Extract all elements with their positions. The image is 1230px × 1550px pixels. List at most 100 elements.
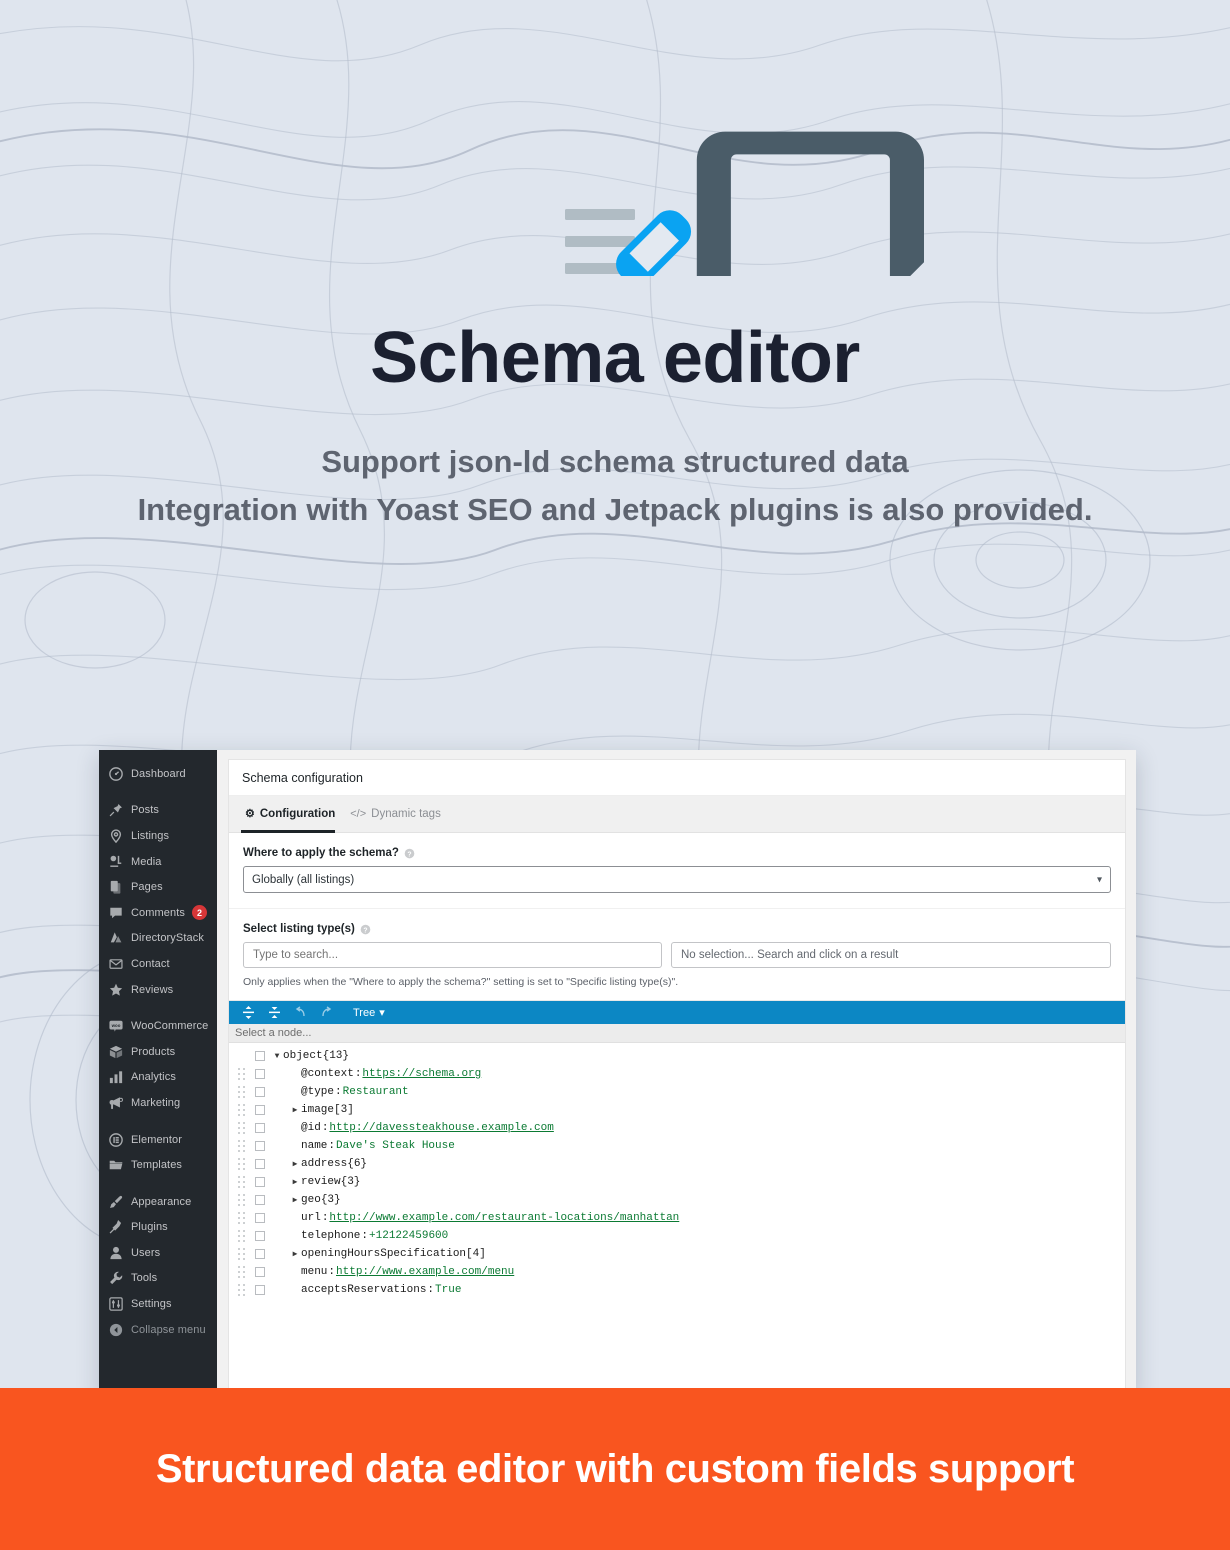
json-value-link[interactable]: https://schema.org bbox=[362, 1068, 481, 1080]
row-checkbox[interactable] bbox=[255, 1195, 265, 1205]
help-icon[interactable]: ? bbox=[404, 848, 415, 859]
row-checkbox[interactable] bbox=[255, 1177, 265, 1187]
row-checkbox[interactable] bbox=[255, 1285, 265, 1295]
help-icon[interactable]: ? bbox=[360, 924, 371, 935]
row-checkbox[interactable] bbox=[255, 1051, 265, 1061]
sidebar-item-contact[interactable]: Contact bbox=[99, 951, 217, 977]
caret-right-icon[interactable]: ▶ bbox=[289, 1195, 301, 1205]
row-checkbox[interactable] bbox=[255, 1249, 265, 1259]
drag-handle-icon[interactable] bbox=[235, 1121, 248, 1135]
json-tree-row[interactable]: ▶@type : Restaurant bbox=[229, 1083, 1125, 1101]
json-editor-toolbar[interactable]: Tree ▾ bbox=[229, 1001, 1125, 1024]
sidebar-item-comments[interactable]: Comments 2 bbox=[99, 900, 217, 926]
row-checkbox[interactable] bbox=[255, 1213, 265, 1223]
row-checkbox[interactable] bbox=[255, 1159, 265, 1169]
sidebar-item-analytics[interactable]: Analytics bbox=[99, 1065, 217, 1091]
row-checkbox[interactable] bbox=[255, 1231, 265, 1241]
drag-handle-icon[interactable] bbox=[235, 1103, 248, 1117]
json-child-count: {3} bbox=[340, 1176, 361, 1188]
json-value-link[interactable]: http://davessteakhouse.example.com bbox=[329, 1122, 553, 1134]
subtitle-line-1: Support json-ld schema structured data bbox=[321, 444, 909, 479]
sidebar-item-dashboard[interactable]: Dashboard bbox=[99, 761, 217, 787]
tab-configuration[interactable]: ⚙ Configuration bbox=[241, 796, 346, 833]
caret-right-icon[interactable]: ▶ bbox=[289, 1105, 301, 1115]
tab-bar[interactable]: ⚙ Configuration </> Dynamic tags bbox=[229, 796, 1125, 833]
sidebar-item-collapse-menu[interactable]: Collapse menu bbox=[99, 1317, 217, 1343]
sidebar-item-label: Elementor bbox=[131, 1133, 183, 1146]
json-tree-row[interactable]: ▶acceptsReservations : True bbox=[229, 1281, 1125, 1299]
sidebar-item-plugins[interactable]: Plugins bbox=[99, 1215, 217, 1241]
drag-handle-icon[interactable] bbox=[235, 1175, 248, 1189]
redo-icon[interactable] bbox=[315, 1003, 337, 1022]
box-icon bbox=[108, 1044, 123, 1059]
json-child-count: {13} bbox=[322, 1050, 350, 1062]
tab-dynamic-tags[interactable]: </> Dynamic tags bbox=[346, 796, 452, 832]
json-tree-row[interactable]: ▶url : http://www.example.com/restaurant… bbox=[229, 1209, 1125, 1227]
drag-handle-icon[interactable] bbox=[235, 1265, 248, 1279]
drag-handle-icon[interactable] bbox=[235, 1193, 248, 1207]
json-value-link[interactable]: http://www.example.com/restaurant-locati… bbox=[329, 1212, 679, 1224]
sidebar-item-media[interactable]: Media bbox=[99, 849, 217, 875]
json-editor-mode-selector[interactable]: Tree ▾ bbox=[353, 1006, 385, 1020]
drag-handle-icon[interactable] bbox=[235, 1211, 248, 1225]
sidebar-item-label: Users bbox=[131, 1246, 161, 1259]
json-value: Dave's Steak House bbox=[336, 1140, 455, 1152]
sidebar-item-settings[interactable]: Settings bbox=[99, 1291, 217, 1317]
caret-down-icon[interactable]: ▼ bbox=[271, 1052, 283, 1061]
row-checkbox[interactable] bbox=[255, 1267, 265, 1277]
sidebar-item-users[interactable]: Users bbox=[99, 1240, 217, 1266]
expand-all-icon[interactable] bbox=[237, 1003, 259, 1022]
json-tree-row[interactable]: ▶@id : http://davessteakhouse.example.co… bbox=[229, 1119, 1125, 1137]
tab-configuration-label: Configuration bbox=[259, 808, 336, 820]
sidebar-item-directorystack[interactable]: DirectoryStack bbox=[99, 926, 217, 952]
sidebar-item-tools[interactable]: Tools bbox=[99, 1266, 217, 1292]
row-checkbox[interactable] bbox=[255, 1123, 265, 1133]
json-value-link[interactable]: http://www.example.com/menu bbox=[336, 1266, 514, 1278]
row-checkbox[interactable] bbox=[255, 1087, 265, 1097]
sidebar-item-templates[interactable]: Templates bbox=[99, 1152, 217, 1178]
json-tree-row[interactable]: ▶telephone : +12122459600 bbox=[229, 1227, 1125, 1245]
drag-handle-icon[interactable] bbox=[235, 1085, 248, 1099]
listing-types-note: Only applies when the "Where to apply th… bbox=[243, 976, 679, 988]
sidebar-item-marketing[interactable]: Marketing bbox=[99, 1090, 217, 1116]
undo-icon[interactable] bbox=[289, 1003, 311, 1022]
row-checkbox[interactable] bbox=[255, 1141, 265, 1151]
wp-admin-sidebar[interactable]: Dashboard Posts Listings Media Pages Comments… bbox=[99, 750, 217, 1396]
json-tree-row[interactable]: ▶ geo {3} bbox=[229, 1191, 1125, 1209]
sidebar-item-pages[interactable]: Pages bbox=[99, 874, 217, 900]
sidebar-item-reviews[interactable]: Reviews bbox=[99, 977, 217, 1003]
drag-handle-icon[interactable] bbox=[235, 1247, 248, 1261]
row-checkbox[interactable] bbox=[255, 1105, 265, 1115]
json-tree[interactable]: ▼object {13}▶@context : https://schema.o… bbox=[229, 1043, 1125, 1353]
tab-dynamic-tags-label: Dynamic tags bbox=[371, 808, 441, 820]
sidebar-item-elementor[interactable]: Elementor bbox=[99, 1127, 217, 1153]
json-tree-row[interactable]: ▶ image [3] bbox=[229, 1101, 1125, 1119]
caret-right-icon[interactable]: ▶ bbox=[289, 1159, 301, 1169]
collapse-all-icon[interactable] bbox=[263, 1003, 285, 1022]
drag-handle-icon[interactable] bbox=[235, 1229, 248, 1243]
footer-banner: Structured data editor with custom field… bbox=[0, 1388, 1230, 1550]
drag-handle-icon[interactable] bbox=[235, 1139, 248, 1153]
json-tree-row[interactable]: ▶@context : https://schema.org bbox=[229, 1065, 1125, 1083]
listing-type-search-input[interactable] bbox=[243, 942, 662, 968]
caret-right-icon[interactable]: ▶ bbox=[289, 1177, 301, 1187]
where-to-apply-select[interactable]: Globally (all listings) bbox=[243, 866, 1111, 893]
drag-handle-icon[interactable] bbox=[235, 1157, 248, 1171]
comment-icon bbox=[108, 905, 123, 920]
json-tree-row[interactable]: ▶menu : http://www.example.com/menu bbox=[229, 1263, 1125, 1281]
sidebar-item-appearance[interactable]: Appearance bbox=[99, 1189, 217, 1215]
sidebar-item-listings[interactable]: Listings bbox=[99, 823, 217, 849]
row-checkbox[interactable] bbox=[255, 1069, 265, 1079]
sidebar-item-products[interactable]: Products bbox=[99, 1039, 217, 1065]
json-tree-row[interactable]: ▶ address {6} bbox=[229, 1155, 1125, 1173]
caret-right-icon[interactable]: ▶ bbox=[289, 1249, 301, 1259]
json-tree-row[interactable]: ▶ openingHoursSpecification [4] bbox=[229, 1245, 1125, 1263]
json-tree-row[interactable]: ▶ review {3} bbox=[229, 1173, 1125, 1191]
drag-handle-icon[interactable] bbox=[235, 1283, 248, 1297]
json-tree-row[interactable]: ▼ object {13} bbox=[229, 1047, 1125, 1065]
sidebar-item-woocommerce[interactable]: woo WooCommerce bbox=[99, 1013, 217, 1039]
json-tree-row[interactable]: ▶name : Dave's Steak House bbox=[229, 1137, 1125, 1155]
sidebar-item-posts[interactable]: Posts bbox=[99, 798, 217, 824]
gear-icon: ⚙ bbox=[245, 807, 255, 820]
drag-handle-icon[interactable] bbox=[235, 1067, 248, 1081]
